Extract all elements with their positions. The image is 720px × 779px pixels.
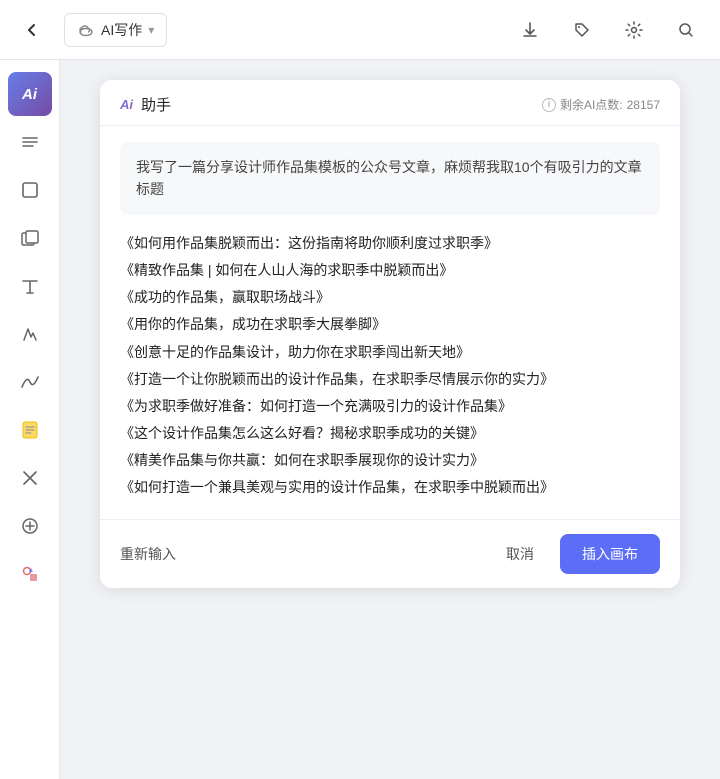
- sidebar-item-text[interactable]: [8, 264, 52, 308]
- panel-title: 助手: [141, 94, 171, 115]
- layers-icon: [19, 227, 41, 249]
- reinput-button[interactable]: 重新输入: [120, 538, 176, 570]
- panel-points: i 剩余AI点数: 28157: [542, 96, 660, 113]
- cloud-icon: [77, 21, 95, 39]
- result-item: 《打造一个让你脱颖而出的设计作品集，在求职季尽情展示你的实力》: [120, 367, 660, 392]
- rect-icon: [19, 179, 41, 201]
- ai-icon: Ai: [22, 86, 37, 103]
- sidebar-item-lines[interactable]: [8, 120, 52, 164]
- result-item: 《为求职季做好准备：如何打造一个充满吸引力的设计作品集》: [120, 394, 660, 419]
- search-button[interactable]: [668, 12, 704, 48]
- panel-ai-badge: Ai: [120, 97, 133, 112]
- plugin-icon: [19, 515, 41, 537]
- sidebar: Ai: [0, 60, 60, 779]
- result-item: 《这个设计作品集怎么这么好看？揭秘求职季成功的关键》: [120, 421, 660, 446]
- download-button[interactable]: [512, 12, 548, 48]
- cancel-button[interactable]: 取消: [490, 536, 550, 572]
- curve-icon: [19, 371, 41, 393]
- lines-icon: [19, 131, 41, 153]
- tag-button[interactable]: [564, 12, 600, 48]
- text-icon: [19, 275, 41, 297]
- result-item: 《如何用作品集脱颖而出：这份指南将助你顺利度过求职季》: [120, 231, 660, 256]
- result-item: 《如何打造一个兼具美观与实用的设计作品集，在求职季中脱颖而出》: [120, 475, 660, 500]
- result-item: 《精美作品集与你共赢：如何在求职季展现你的设计实力》: [120, 448, 660, 473]
- pen-icon: [19, 323, 41, 345]
- results-list: 《如何用作品集脱颖而出：这份指南将助你顺利度过求职季》《精致作品集 | 如何在人…: [120, 231, 660, 501]
- query-box: 我写了一篇分享设计师作品集模板的公众号文章，麻烦帮我取10个有吸引力的文章标题: [120, 142, 660, 215]
- connect-icon: [19, 467, 41, 489]
- panel-body: 我写了一篇分享设计师作品集模板的公众号文章，麻烦帮我取10个有吸引力的文章标题 …: [100, 126, 680, 519]
- note-icon: [19, 419, 41, 441]
- info-icon[interactable]: i: [542, 98, 556, 112]
- sidebar-item-note[interactable]: [8, 408, 52, 452]
- footer-buttons-right: 取消 插入画布: [490, 534, 660, 574]
- ai-writing-label: AI写作: [101, 20, 142, 40]
- panel-title-group: Ai 助手: [120, 94, 171, 115]
- settings-button[interactable]: [616, 12, 652, 48]
- insert-button[interactable]: 插入画布: [560, 534, 660, 574]
- ai-panel: Ai 助手 i 剩余AI点数: 28157 我写了一篇分享设计师作品集模板的公众…: [100, 80, 680, 588]
- toolbar: AI写作 ▾: [0, 0, 720, 60]
- sidebar-item-connect[interactable]: [8, 456, 52, 500]
- chevron-down-icon: ▾: [148, 23, 154, 37]
- panel-footer: 重新输入 取消 插入画布: [100, 519, 680, 588]
- ai-writing-button[interactable]: AI写作 ▾: [64, 13, 167, 47]
- main-layout: Ai: [0, 60, 720, 779]
- sidebar-item-plugin[interactable]: [8, 504, 52, 548]
- content-area: Ai 助手 i 剩余AI点数: 28157 我写了一篇分享设计师作品集模板的公众…: [60, 60, 720, 779]
- sidebar-item-layers[interactable]: [8, 216, 52, 260]
- panel-header: Ai 助手 i 剩余AI点数: 28157: [100, 80, 680, 126]
- sidebar-item-ai[interactable]: Ai: [8, 72, 52, 116]
- sidebar-item-rect[interactable]: [8, 168, 52, 212]
- points-value: 28157: [627, 98, 660, 112]
- result-item: 《成功的作品集，赢取职场战斗》: [120, 285, 660, 310]
- element-icon: [19, 563, 41, 585]
- back-button[interactable]: [16, 14, 48, 46]
- result-item: 《用你的作品集，成功在求职季大展拳脚》: [120, 312, 660, 337]
- sidebar-item-curve[interactable]: [8, 360, 52, 404]
- points-prefix: 剩余AI点数:: [560, 96, 623, 113]
- sidebar-item-pen[interactable]: [8, 312, 52, 356]
- result-item: 《精致作品集 | 如何在人山人海的求职季中脱颖而出》: [120, 258, 660, 283]
- sidebar-item-element[interactable]: [8, 552, 52, 596]
- result-item: 《创意十足的作品集设计，助力你在求职季闯出新天地》: [120, 340, 660, 365]
